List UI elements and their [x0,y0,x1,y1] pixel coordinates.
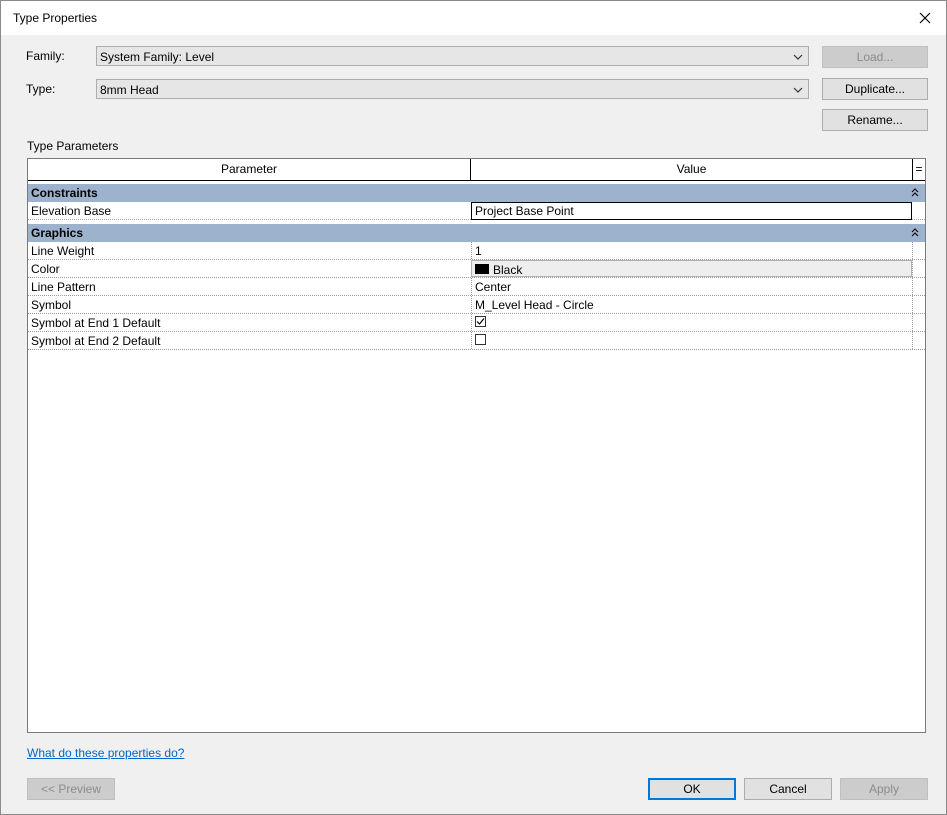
param-name: Line Weight [31,244,95,258]
category-constraints[interactable]: Constraints [28,184,925,202]
column-header-value[interactable]: Value [471,159,913,181]
color-field[interactable]: Black [471,260,912,277]
param-value: M_Level Head - Circle [475,298,594,312]
family-label: Family: [26,49,65,63]
param-row-symbol-end-1[interactable]: Symbol at End 1 Default [28,314,925,332]
family-value: System Family: Level [100,50,215,64]
chevron-down-icon [793,54,803,60]
type-dropdown[interactable]: 8mm Head [96,79,809,99]
help-link[interactable]: What do these properties do? [27,746,184,760]
param-row-symbol-end-2[interactable]: Symbol at End 2 Default [28,332,925,350]
cancel-button[interactable]: Cancel [744,778,832,800]
column-header-parameter[interactable]: Parameter [28,159,471,181]
title-bar[interactable]: Type Properties [1,1,946,35]
type-parameters-label: Type Parameters [27,139,119,153]
param-value: 1 [475,244,482,258]
param-row-line-weight[interactable]: Line Weight 1 [28,242,925,260]
param-name: Symbol at End 1 Default [31,316,161,330]
symbol-end-2-checkbox[interactable] [475,334,486,345]
row-divider [912,260,914,277]
ok-button[interactable]: OK [648,778,736,800]
close-button[interactable] [911,5,939,31]
type-properties-dialog: Type Properties Family: System Family: L… [0,0,947,815]
param-name: Elevation Base [31,204,112,218]
type-parameters-grid[interactable]: Parameter Value = Constraints Elevation … [27,158,926,733]
row-divider [912,314,914,331]
column-options-button[interactable]: = [913,159,925,181]
param-name: Line Pattern [31,280,96,294]
line-pattern-field[interactable]: Center [471,278,912,295]
category-graphics[interactable]: Graphics [28,224,925,242]
param-name: Color [31,262,60,276]
checkmark-icon [476,318,485,325]
apply-button[interactable]: Apply [840,778,928,800]
param-row-line-pattern[interactable]: Line Pattern Center [28,278,925,296]
symbol-end-2-field [471,332,912,349]
duplicate-button[interactable]: Duplicate... [822,78,928,100]
category-name: Graphics [31,226,84,240]
symbol-field[interactable]: M_Level Head - Circle [471,296,912,313]
preview-button[interactable]: << Preview [27,778,115,800]
chevron-down-icon [793,87,803,93]
close-icon [919,12,931,24]
row-divider [912,242,914,259]
collapse-icon[interactable] [910,187,920,199]
type-value: 8mm Head [100,83,159,97]
collapse-icon[interactable] [910,227,920,239]
window-title: Type Properties [13,11,98,25]
param-row-elevation-base[interactable]: Elevation Base Project Base Point [28,202,925,220]
param-value: Center [475,280,512,294]
param-row-symbol[interactable]: Symbol M_Level Head - Circle [28,296,925,314]
type-label: Type: [26,82,56,96]
category-name: Constraints [31,186,98,200]
param-name: Symbol [31,298,72,312]
load-button[interactable]: Load... [822,46,928,68]
rename-button[interactable]: Rename... [822,109,928,131]
line-weight-field[interactable]: 1 [471,242,912,259]
color-swatch [475,264,489,274]
row-divider [912,332,914,349]
family-dropdown[interactable]: System Family: Level [96,46,809,66]
symbol-end-1-checkbox[interactable] [475,316,486,327]
row-divider [912,278,914,295]
param-row-color[interactable]: Color Black [28,260,925,278]
elevation-base-field[interactable]: Project Base Point [471,202,912,220]
symbol-end-1-field [471,314,912,331]
param-name: Symbol at End 2 Default [31,334,161,348]
row-divider [912,296,914,313]
param-value: Black [493,263,523,277]
param-value: Project Base Point [475,204,574,218]
